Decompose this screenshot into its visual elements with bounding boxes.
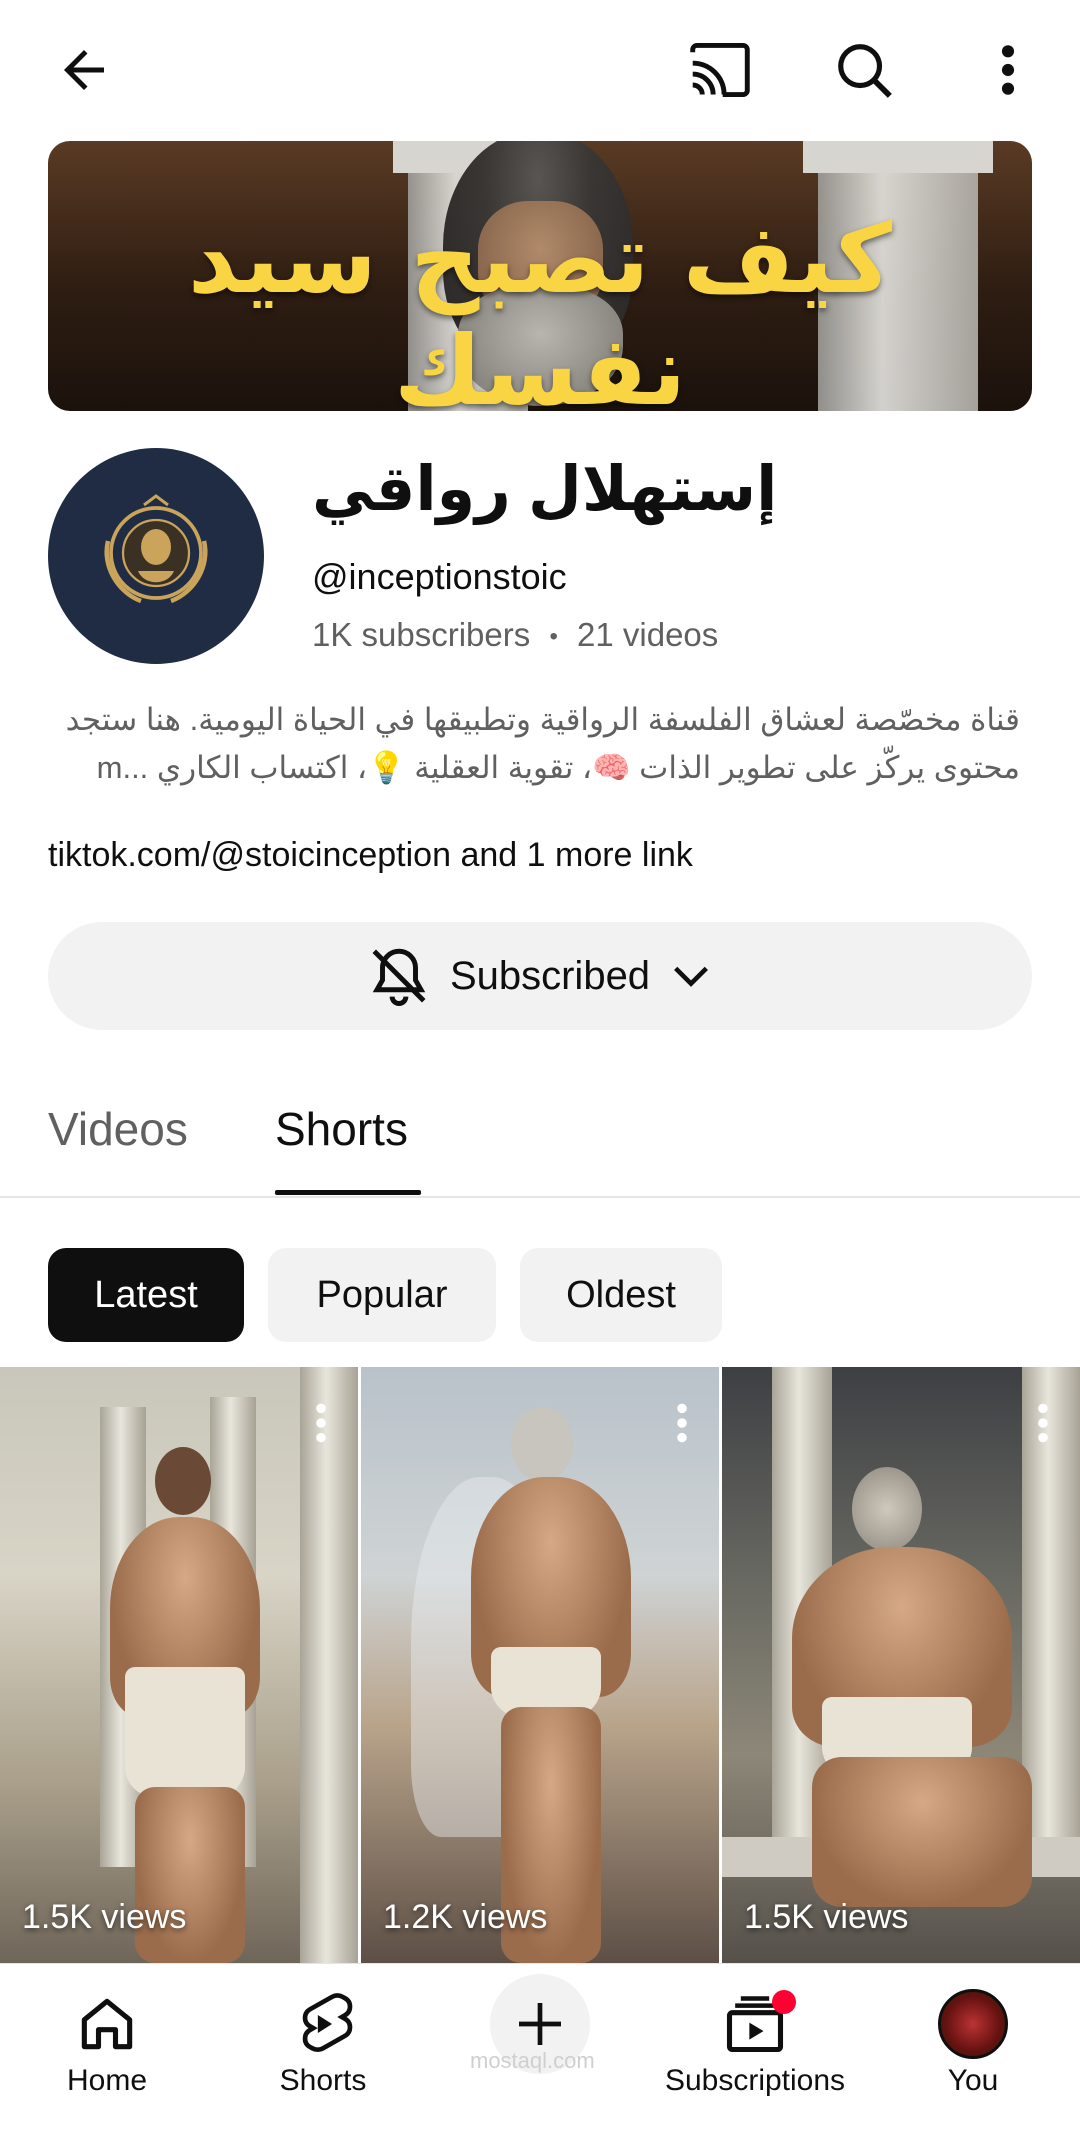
figure-head: [511, 1407, 573, 1481]
thumbnail-pillar: [300, 1367, 358, 1963]
bell-off-icon: [372, 948, 426, 1006]
short-thumbnail[interactable]: 1.5K views: [722, 1367, 1080, 1963]
more-vert-icon[interactable]: [314, 1401, 328, 1445]
tab-shorts[interactable]: Shorts: [275, 1102, 408, 1156]
nav-subscriptions[interactable]: Subscriptions: [660, 1984, 850, 2098]
figure-head: [155, 1447, 211, 1515]
short-views: 1.5K views: [22, 1898, 187, 1936]
home-icon: [81, 1998, 133, 2050]
video-count: 21 videos: [577, 616, 719, 653]
short-thumbnail[interactable]: 1.2K views: [361, 1367, 719, 1963]
nav-subscriptions-label: Subscriptions: [664, 2064, 846, 2097]
create-plus-icon: [519, 2003, 561, 2045]
more-options-button[interactable]: [968, 30, 1048, 110]
channel-handle: @inceptionstoic: [312, 556, 567, 597]
figure-head: [852, 1467, 922, 1551]
figure-legs: [812, 1757, 1032, 1907]
tab-videos[interactable]: Videos: [48, 1102, 188, 1156]
selected-tab-indicator: [275, 1190, 421, 1195]
channel-link[interactable]: tiktok.com/@stoicinception: [48, 836, 451, 874]
short-views: 1.5K views: [744, 1898, 909, 1936]
cast-icon: [690, 43, 750, 97]
description-line: قناة مخصّصة لعشاق الفلسفة الرواقية وتطبي…: [65, 702, 1020, 737]
channel-banner: كيف تصبح سيد نفسك: [48, 141, 1032, 411]
notification-dot: [772, 1990, 796, 2014]
nav-home-label: Home: [66, 2064, 148, 2097]
figure-cloth: [125, 1667, 245, 1797]
nav-you-label: You: [947, 2064, 999, 2097]
avatar: [938, 1989, 1008, 2059]
more-vert-icon[interactable]: [675, 1401, 689, 1445]
banner-title: كيف تصبح سيد نفسك: [187, 203, 893, 411]
channel-description[interactable]: قناة مخصّصة لعشاق الفلسفة الرواقية وتطبي…: [48, 696, 1020, 792]
back-button[interactable]: [40, 30, 128, 110]
short-views: 1.2K views: [383, 1898, 548, 1936]
laurel-emblem-icon: [104, 494, 208, 604]
subscribed-button[interactable]: Subscribed: [48, 922, 1032, 1030]
stats-separator: •: [549, 623, 558, 651]
channel-stats: 1K subscribers • 21 videos: [312, 616, 718, 654]
nav-shorts-label: Shorts: [279, 2064, 367, 2097]
chip-oldest[interactable]: Oldest: [520, 1248, 722, 1342]
channel-links[interactable]: tiktok.com/@stoicinception and 1 more li…: [48, 836, 693, 875]
more-vert-icon: [1001, 45, 1015, 95]
shorts-icon: [302, 1993, 353, 2052]
watermark: mostaql.com: [470, 2048, 595, 2073]
nav-shorts[interactable]: Shorts: [228, 1984, 418, 2098]
channel-tabs: Videos Shorts: [0, 1080, 1080, 1198]
channel-name: إستهلال رواقي: [312, 455, 778, 524]
subscriber-count: 1K subscribers: [312, 616, 531, 653]
back-arrow-icon: [64, 50, 104, 90]
subscribed-label: Subscribed: [449, 953, 651, 998]
top-app-bar: [0, 0, 1080, 140]
shorts-grid: 1.5K views 1.2K views 1.5K views: [0, 1367, 1080, 1963]
chip-latest[interactable]: Latest: [48, 1248, 244, 1342]
channel-avatar[interactable]: [48, 448, 264, 664]
nav-you[interactable]: You: [878, 1984, 1068, 2098]
more-vert-icon[interactable]: [1036, 1401, 1050, 1445]
banner-column-capital: [803, 141, 993, 173]
search-icon: [838, 44, 892, 98]
nav-home[interactable]: Home: [12, 1984, 202, 2098]
chevron-down-icon: [674, 966, 709, 987]
chip-popular[interactable]: Popular: [268, 1248, 496, 1342]
search-button[interactable]: [820, 30, 908, 110]
description-line: محتوى يركّز على تطوير الذات 🧠، تقوية الع…: [96, 750, 1020, 785]
cast-button[interactable]: [672, 30, 768, 110]
short-thumbnail[interactable]: 1.5K views: [0, 1367, 358, 1963]
more-links-text: and 1 more link: [451, 836, 693, 874]
